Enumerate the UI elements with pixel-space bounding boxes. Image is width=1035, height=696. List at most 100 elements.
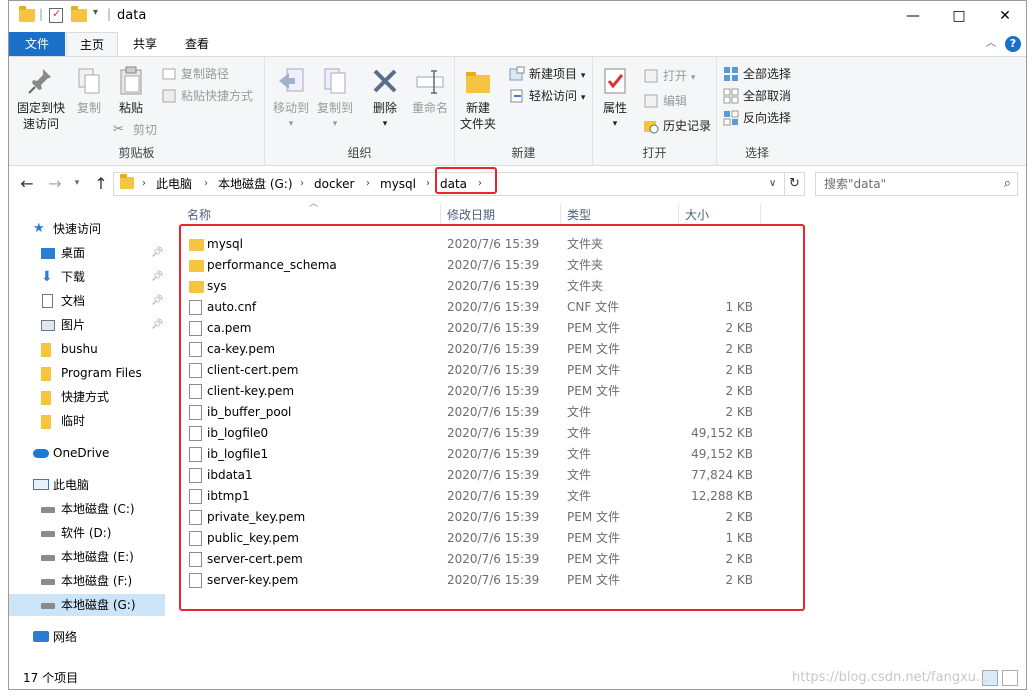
nav-bushu[interactable]: bushu [9,338,165,360]
easy-access-button[interactable]: 轻松访问 ▾ [509,87,585,105]
tab-view[interactable]: 查看 [171,32,223,56]
copy-to-button[interactable]: 复制到 ▾ [315,65,355,132]
new-item-button[interactable]: 新建项目 ▾ [509,65,585,83]
separator-icon: | [39,7,44,21]
column-header-date[interactable]: 修改日期 [441,204,561,226]
tab-file[interactable]: 文件 [9,32,65,56]
properties-check-icon[interactable]: ✓ [49,7,63,23]
forward-arrow-icon[interactable]: → [45,174,65,193]
nav-onedrive[interactable]: OneDrive [9,442,165,464]
nav-quick-access[interactable]: ★ 快速访问 [9,218,165,240]
back-arrow-icon[interactable]: ← [17,174,37,193]
pin-icon[interactable]: 📌︎ [151,266,164,288]
address-folder-icon [120,174,134,192]
move-to-button[interactable]: 移动到 ▾ [271,65,311,132]
large-icons-view-icon[interactable] [1002,670,1018,686]
nav-this-pc[interactable]: 此电脑 [9,474,165,496]
nav-temp[interactable]: 临时 [9,410,165,432]
nav-documents-label: 文档 [61,294,86,308]
column-header-type[interactable]: 类型 [561,204,679,226]
nav-drive-g[interactable]: 本地磁盘 (G:) [9,594,165,616]
refresh-button[interactable]: ↻ [785,172,805,196]
breadcrumb-this-pc[interactable]: 此电脑 [156,173,192,195]
group-label-select: 选择 [744,146,769,160]
nav-drive-d[interactable]: 软件 (D:) [9,522,165,544]
delete-button[interactable]: 删除 ▾ [365,65,405,132]
help-icon[interactable]: ? [1005,36,1021,52]
breadcrumb-separator-icon: › [142,178,146,189]
pin-icon[interactable]: 📌︎ [151,242,164,264]
nav-network-label: 网络 [53,630,78,644]
nav-drive-c[interactable]: 本地磁盘 (C:) [9,498,165,520]
maximize-button[interactable]: □ [936,1,982,32]
nav-program-files-label: Program Files [61,366,142,380]
pin-icon[interactable]: 📌︎ [151,290,164,312]
group-label-new: 新建 [511,146,536,160]
properties-dropdown-icon: ▾ [612,119,618,129]
invert-selection-button[interactable]: 反向选择 [723,109,791,127]
quick-access-dropdown-icon[interactable]: ▾ [93,7,98,23]
move-to-label: 移动到 [272,101,309,115]
nav-program-files[interactable]: Program Files [9,362,165,384]
copy-to-dropdown-icon: ▾ [332,119,338,129]
nav-drive-f[interactable]: 本地磁盘 (F:) [9,570,165,592]
new-folder-icon [462,65,494,97]
new-folder-button[interactable]: 新建 文件夹 [457,65,499,132]
column-header-name[interactable]: 名称 [181,204,441,226]
nav-shortcuts[interactable]: 快捷方式 [9,386,165,408]
copy-label: 复制 [76,101,101,115]
cut-button[interactable]: ✂ 剪切 [113,121,157,139]
ribbon-collapse-icon[interactable]: ︿ [983,32,999,56]
copy-path-label: 复制路径 [181,67,230,81]
breadcrumb-docker[interactable]: docker [314,173,354,195]
pin-quick-access-button[interactable]: 固定到快 速访问 [15,65,67,132]
nav-bushu-label: bushu [61,342,98,356]
nav-pictures[interactable]: 图片 📌︎ [9,314,165,336]
annotation-highlight-breadcrumb [435,167,497,194]
recent-locations-dropdown-icon[interactable]: ▾ [67,178,87,188]
edit-button[interactable]: 编辑 [643,92,687,110]
tab-share[interactable]: 共享 [119,32,171,56]
select-all-button[interactable]: 全部选择 [723,65,791,83]
drive-icon [41,555,55,561]
close-button[interactable]: ✕ [982,1,1026,32]
search-input[interactable]: 搜索"data" ⌕ [815,172,1018,196]
search-icon: ⌕ [1003,176,1011,191]
address-history-dropdown-icon[interactable]: ∨ [769,173,776,195]
rename-icon [414,65,446,97]
select-none-label: 全部取消 [743,89,792,103]
copy-path-button[interactable]: 复制路径 [161,65,229,83]
rename-label: 重命名 [411,101,448,115]
nav-desktop[interactable]: 桌面 📌︎ [9,242,165,264]
select-none-button[interactable]: 全部取消 [723,87,791,105]
properties-button[interactable]: 属性 ▾ [597,65,633,132]
breadcrumb-mysql[interactable]: mysql [380,173,416,195]
open-button[interactable]: 打开 ▾ [643,67,695,85]
scissors-icon: ✂ [113,122,124,137]
title-bar: | ✓ ▾ | data — □ ✕ [9,1,1026,32]
paste-button[interactable]: 粘贴 [111,65,151,116]
group-organize: 移动到 ▾ 复制到 ▾ 删除 ▾ 重命名 组织 [265,57,455,165]
rename-button[interactable]: 重命名 [409,65,451,116]
new-item-dropdown-icon: ▾ [580,71,586,81]
nav-documents[interactable]: 文档 📌︎ [9,290,165,312]
new-folder-quick-icon[interactable] [71,6,87,25]
nav-network[interactable]: 网络 [9,626,165,648]
paste-shortcut-button[interactable]: 粘贴快捷方式 [161,87,253,105]
picture-icon [41,320,55,331]
explorer-window: | ✓ ▾ | data — □ ✕ 文件 主页 共享 查看 ︿ ? 固定到快 … [8,0,1027,690]
minimize-button[interactable]: — [890,1,936,32]
up-arrow-icon[interactable]: ↑ [91,174,111,193]
copy-button[interactable]: 复制 [69,65,109,116]
tab-home[interactable]: 主页 [66,32,118,57]
pin-icon[interactable]: 📌︎ [151,314,164,336]
history-button[interactable]: 历史记录 [643,117,711,135]
nav-drive-e[interactable]: 本地磁盘 (E:) [9,546,165,568]
column-header-size[interactable]: 大小 [679,204,761,226]
download-arrow-icon: ⬇ [41,269,53,285]
nav-downloads[interactable]: ⬇ 下载 📌︎ [9,266,165,288]
pin-label-1: 固定到快 [16,101,65,115]
refresh-icon: ↻ [789,176,800,191]
nav-drive-c-label: 本地磁盘 (C:) [61,502,135,516]
breadcrumb-drive-g[interactable]: 本地磁盘 (G:) [218,173,293,195]
